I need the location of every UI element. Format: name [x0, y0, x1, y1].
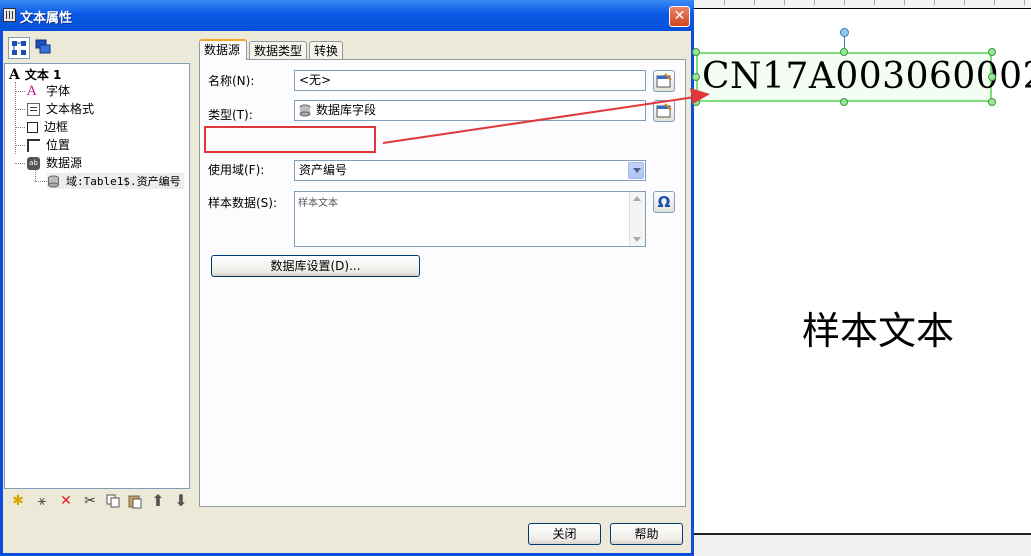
scroll-down-icon[interactable]: [633, 237, 641, 242]
resize-handle-w[interactable]: [692, 73, 700, 81]
layers-view-button[interactable]: [33, 37, 55, 59]
tree-item-field[interactable]: 域:Table1$.资产编号: [47, 173, 184, 189]
position-icon: [27, 139, 40, 152]
copy-icon[interactable]: [105, 493, 121, 509]
field-label: 使用域(F):: [208, 163, 265, 177]
edit-list-icon: [656, 103, 672, 118]
datasource-icon: ab: [27, 157, 40, 170]
tree-item-position[interactable]: 位置: [27, 137, 70, 153]
sample-text-object[interactable]: 样本文本: [802, 300, 954, 355]
sample-data-textarea[interactable]: 样本文本: [294, 191, 646, 247]
close-button[interactable]: 关闭: [528, 523, 601, 545]
field-select-value: 资产编号: [299, 163, 348, 177]
tree-item-field-label: 域:Table1$.资产编号: [66, 175, 181, 188]
database-icon: [47, 175, 60, 188]
rotation-handle[interactable]: [840, 28, 849, 37]
tree-item-label: 字体: [46, 84, 71, 98]
datasource-panel: 名称(N): <无> 类型(T): 数据库字段 使用域(F): 资产编号 样本数…: [199, 59, 686, 507]
sample-scrollbar[interactable]: [629, 192, 645, 246]
new-item-icon[interactable]: ✱: [10, 493, 26, 509]
close-icon: ✕: [673, 8, 686, 24]
tree-root-label: 文本 1: [24, 68, 62, 82]
resize-handle-e[interactable]: [988, 73, 996, 81]
tree-item-label: 边框: [44, 120, 69, 134]
title-bar[interactable]: 文本属性 ✕: [0, 0, 694, 31]
paste-icon[interactable]: [127, 493, 143, 509]
sample-data-value: 样本文本: [298, 198, 338, 209]
type-label: 类型(T):: [208, 108, 253, 122]
property-tree: A 文本 1 A 字体 文本格式 边框 位置 ab 数据源 域:Table1$.…: [4, 63, 190, 489]
tab-transform[interactable]: 转换: [309, 41, 343, 59]
resize-handle-ne[interactable]: [988, 48, 996, 56]
resize-handle-se[interactable]: [988, 98, 996, 106]
dialog-title: 文本属性: [20, 11, 73, 26]
tree-view-icon: [12, 41, 26, 55]
name-browse-button[interactable]: [653, 70, 675, 92]
sample-label: 样本数据(S):: [208, 196, 278, 210]
tree-item-label: 数据源: [46, 156, 83, 170]
tree-view-button[interactable]: [8, 37, 30, 59]
type-field[interactable]: 数据库字段: [294, 100, 646, 121]
tab-datasource[interactable]: 数据源: [199, 39, 247, 60]
database-settings-button[interactable]: 数据库设置(D)...: [211, 255, 420, 277]
tree-root[interactable]: A 文本 1: [9, 67, 61, 83]
text-format-icon: [27, 103, 40, 116]
text-properties-dialog: 文本属性 ✕ A 文本 1 A 字体 文本格式 边框 位置 ab 数据源 域:T…: [0, 0, 694, 556]
font-icon: A: [27, 84, 37, 99]
canvas-bottom-bar: [694, 533, 1031, 556]
name-field[interactable]: <无>: [294, 70, 646, 91]
app-icon: [3, 8, 16, 22]
wizard-icon[interactable]: ⚹: [34, 493, 50, 509]
omega-icon: Ω: [657, 193, 671, 211]
scroll-up-icon[interactable]: [633, 196, 641, 201]
layers-icon: [35, 39, 51, 54]
type-browse-button[interactable]: [653, 100, 675, 122]
dialog-client-area: A 文本 1 A 字体 文本格式 边框 位置 ab 数据源 域:Table1$.…: [3, 31, 691, 553]
database-icon: [299, 104, 311, 117]
field-select[interactable]: 资产编号: [294, 160, 646, 181]
tab-datatype[interactable]: 数据类型: [249, 41, 307, 59]
border-icon: [27, 122, 38, 133]
name-label: 名称(N):: [208, 74, 255, 88]
tree-item-border[interactable]: 边框: [27, 119, 68, 135]
resize-handle-n[interactable]: [840, 48, 848, 56]
tree-item-text-format[interactable]: 文本格式: [27, 101, 94, 117]
resize-handle-sw[interactable]: [692, 98, 700, 106]
resize-handle-nw[interactable]: [692, 48, 700, 56]
delete-icon[interactable]: ✕: [58, 493, 74, 509]
tree-item-label: 位置: [46, 138, 71, 152]
chevron-down-icon[interactable]: [628, 162, 644, 179]
move-up-icon[interactable]: ⬆: [150, 493, 166, 509]
label-canvas[interactable]: CN17A003060002 样本文本: [692, 0, 1031, 556]
text-object-icon: A: [9, 67, 20, 83]
special-character-button[interactable]: Ω: [653, 191, 675, 213]
help-button[interactable]: 帮助: [610, 523, 683, 545]
move-down-icon[interactable]: ⬇: [173, 493, 189, 509]
top-ruler: [694, 0, 1031, 9]
tree-toolbar: ✱ ⚹ ✕ ✂ ⬆ ⬇: [6, 491, 192, 513]
asset-number-text[interactable]: CN17A003060002: [702, 52, 1031, 102]
tree-item-label: 文本格式: [46, 102, 95, 116]
type-value: 数据库字段: [316, 103, 377, 117]
tree-item-datasource[interactable]: ab 数据源: [27, 155, 82, 171]
resize-handle-s[interactable]: [840, 98, 848, 106]
tree-item-font[interactable]: A 字体: [27, 83, 70, 99]
cut-icon[interactable]: ✂: [82, 493, 98, 509]
close-window-button[interactable]: ✕: [669, 6, 690, 27]
edit-list-icon: [656, 73, 672, 88]
